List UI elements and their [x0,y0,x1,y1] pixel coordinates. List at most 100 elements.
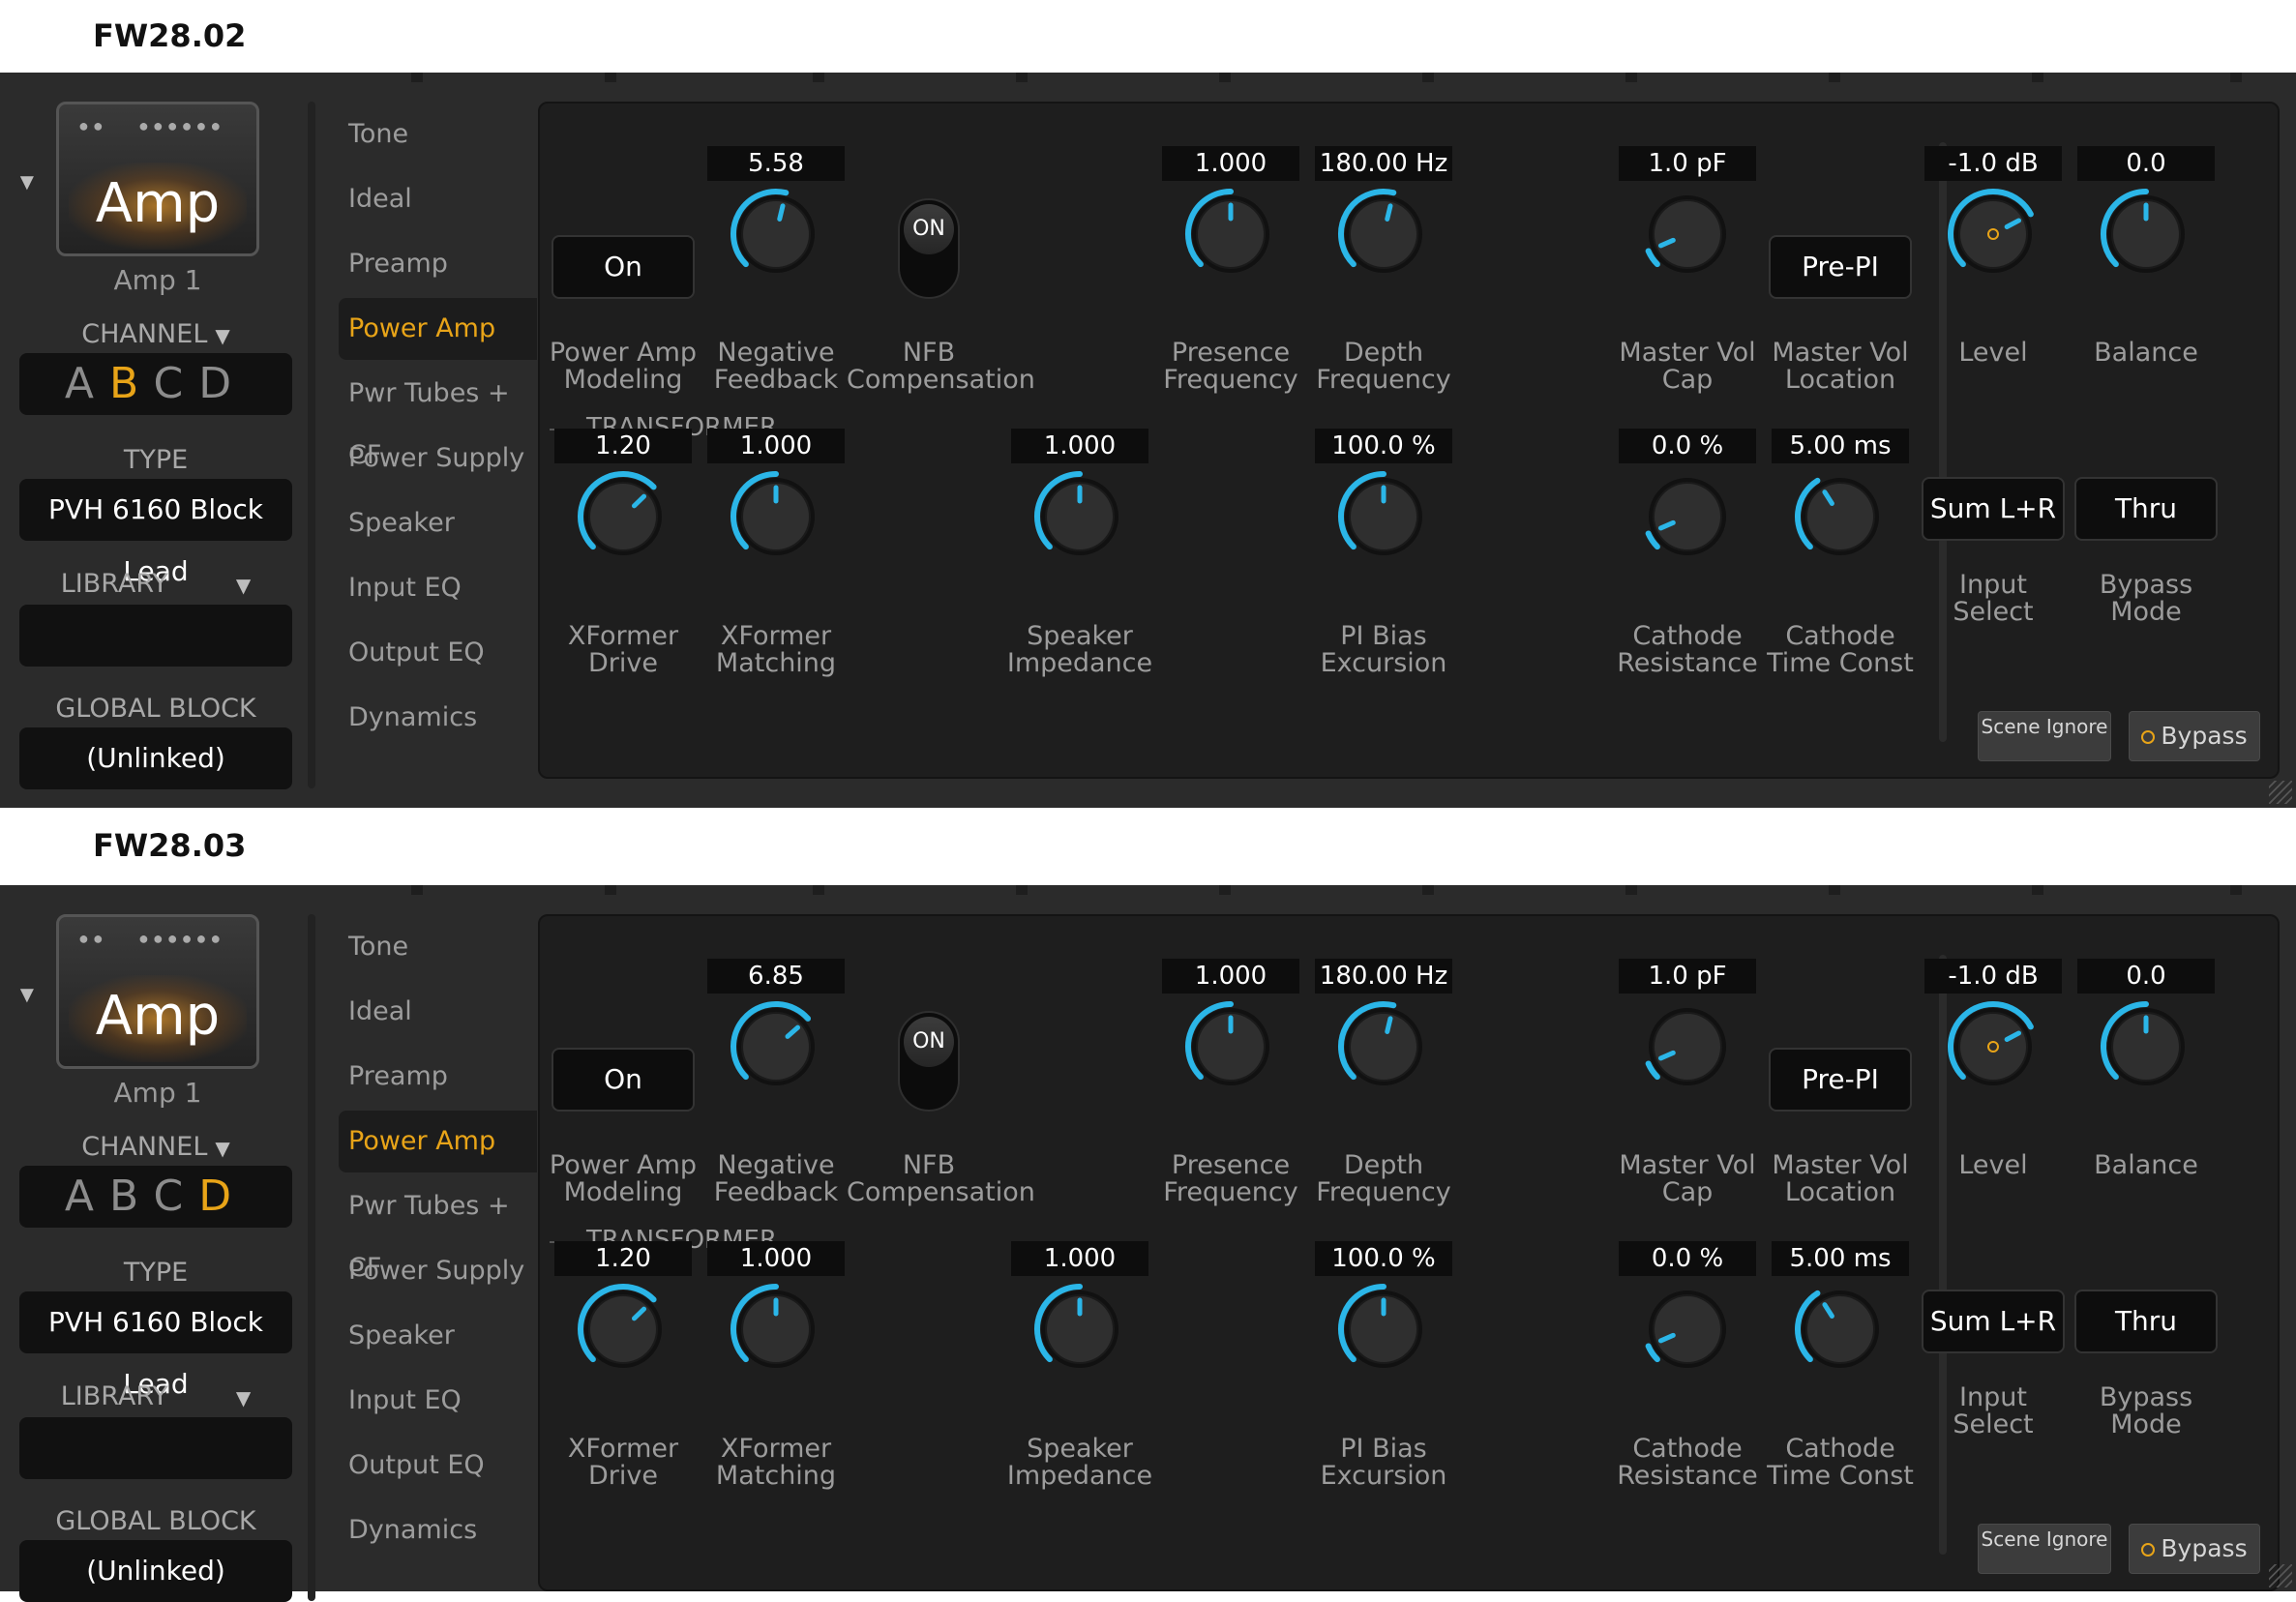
level-knob[interactable] [1940,181,2046,287]
resize-grip-icon[interactable] [2269,1564,2292,1587]
resize-grip-icon[interactable] [2269,781,2292,804]
xformer-drive-value[interactable]: 1.20 [554,429,692,463]
negative-feedback-value[interactable]: 6.85 [707,959,845,994]
xformer-drive-knob[interactable] [570,1276,676,1382]
menu-item-power-supply[interactable]: Power Supply [339,1240,537,1302]
menu-item-ideal[interactable]: Ideal [339,981,537,1043]
level-value[interactable]: -1.0 dB [1924,959,2062,994]
speaker-impedance-value[interactable]: 1.000 [1011,1241,1148,1276]
menu-item-tone[interactable]: Tone [339,916,537,978]
balance-value[interactable]: 0.0 [2077,146,2215,181]
menu-item-output-eq[interactable]: Output EQ [339,622,537,684]
menu-item-power-supply[interactable]: Power Supply [339,428,537,490]
menu-item-output-eq[interactable]: Output EQ [339,1435,537,1497]
input-select-button[interactable]: Sum L+R [1922,477,2065,541]
speaker-impedance-value[interactable]: 1.000 [1011,429,1148,463]
xformer-matching-knob[interactable] [723,463,829,570]
negative-feedback-knob[interactable] [723,994,829,1100]
channel-d-button[interactable]: D [198,1172,247,1221]
menu-item-power-amp[interactable]: Power Amp [339,298,537,360]
collapse-arrow-icon[interactable]: ▼ [15,169,39,196]
amp-block-tile[interactable]: ●● ●●●●●● Amp [56,102,259,256]
level-knob[interactable] [1940,994,2046,1100]
library-selector[interactable] [19,1417,292,1479]
menu-item-speaker[interactable]: Speaker [339,492,537,554]
menu-item-dynamics[interactable]: Dynamics [339,687,537,749]
power-amp-modeling-button[interactable]: On [552,235,695,299]
amp-block-tile[interactable]: ●● ●●●●●● Amp [56,914,259,1069]
amp-type-selector[interactable]: PVH 6160 Block Lead [19,479,292,587]
xformer-matching-value[interactable]: 1.000 [707,429,845,463]
cathode-time-const-knob[interactable] [1787,463,1893,570]
menu-item-preamp[interactable]: Preamp [339,1046,537,1108]
cathode-time-const-knob[interactable] [1787,1276,1893,1382]
cathode-resistance-knob[interactable] [1634,463,1741,570]
channel-heading[interactable]: CHANNEL ▼ [19,319,292,349]
menu-item-tone[interactable]: Tone [339,104,537,165]
depth-frequency-knob[interactable] [1330,994,1437,1100]
global-block-selector[interactable]: (Unlinked) [19,727,292,789]
master-vol-cap-knob[interactable] [1634,181,1741,287]
library-selector[interactable] [19,605,292,667]
channel-d-button[interactable]: D [198,359,247,408]
power-amp-modeling-button[interactable]: On [552,1048,695,1112]
master-vol-location-button[interactable]: Pre-PI [1769,1048,1912,1112]
bypass-mode-button[interactable]: Thru [2074,1290,2218,1353]
pi-bias-excursion-value[interactable]: 100.0 % [1315,1241,1452,1276]
pi-bias-excursion-value[interactable]: 100.0 % [1315,429,1452,463]
level-value[interactable]: -1.0 dB [1924,146,2062,181]
channel-a-button[interactable]: A [65,1172,109,1221]
global-block-selector[interactable]: (Unlinked) [19,1540,292,1602]
channel-c-button[interactable]: C [153,359,198,408]
presence-frequency-value[interactable]: 1.000 [1162,959,1299,994]
master-vol-cap-value[interactable]: 1.0 pF [1619,959,1756,994]
cathode-resistance-knob[interactable] [1634,1276,1741,1382]
pi-bias-excursion-knob[interactable] [1330,463,1437,570]
master-vol-cap-knob[interactable] [1634,994,1741,1100]
balance-value[interactable]: 0.0 [2077,959,2215,994]
presence-frequency-knob[interactable] [1178,181,1284,287]
cathode-resistance-value[interactable]: 0.0 % [1619,429,1756,463]
input-select-button[interactable]: Sum L+R [1922,1290,2065,1353]
cathode-resistance-value[interactable]: 0.0 % [1619,1241,1756,1276]
nfb-compensation-toggle[interactable]: ON [898,198,960,299]
channel-heading[interactable]: CHANNEL ▼ [19,1132,292,1162]
menu-item-input-eq[interactable]: Input EQ [339,1370,537,1432]
menu-item-power-amp[interactable]: Power Amp [339,1111,537,1172]
speaker-impedance-knob[interactable] [1027,463,1133,570]
channel-a-button[interactable]: A [65,359,109,408]
bypass-button[interactable]: Bypass [2129,711,2260,761]
master-vol-cap-value[interactable]: 1.0 pF [1619,146,1756,181]
channel-selector[interactable]: ABCD [19,1166,292,1228]
nfb-compensation-toggle[interactable]: ON [898,1011,960,1112]
menu-item-ideal[interactable]: Ideal [339,168,537,230]
cathode-time-const-value[interactable]: 5.00 ms [1772,1241,1909,1276]
menu-item-dynamics[interactable]: Dynamics [339,1499,537,1561]
collapse-arrow-icon[interactable]: ▼ [15,982,39,1009]
xformer-drive-value[interactable]: 1.20 [554,1241,692,1276]
cathode-time-const-value[interactable]: 5.00 ms [1772,429,1909,463]
menu-item-pwr-tubes-cf[interactable]: Pwr Tubes + CF [339,1175,537,1283]
menu-item-preamp[interactable]: Preamp [339,233,537,295]
bypass-mode-button[interactable]: Thru [2074,477,2218,541]
speaker-impedance-knob[interactable] [1027,1276,1133,1382]
pi-bias-excursion-knob[interactable] [1330,1276,1437,1382]
channel-b-button[interactable]: B [109,1172,153,1221]
channel-c-button[interactable]: C [153,1172,198,1221]
library-heading[interactable]: LIBRARY ▼ [19,569,292,599]
master-vol-location-button[interactable]: Pre-PI [1769,235,1912,299]
balance-knob[interactable] [2093,994,2199,1100]
bypass-button[interactable]: Bypass [2129,1524,2260,1574]
menu-item-pwr-tubes-cf[interactable]: Pwr Tubes + CF [339,363,537,470]
depth-frequency-knob[interactable] [1330,181,1437,287]
menu-item-input-eq[interactable]: Input EQ [339,557,537,619]
menu-item-speaker[interactable]: Speaker [339,1305,537,1367]
depth-frequency-value[interactable]: 180.00 Hz [1315,146,1452,181]
amp-type-selector[interactable]: PVH 6160 Block Lead [19,1291,292,1400]
xformer-matching-value[interactable]: 1.000 [707,1241,845,1276]
negative-feedback-value[interactable]: 5.58 [707,146,845,181]
presence-frequency-value[interactable]: 1.000 [1162,146,1299,181]
xformer-matching-knob[interactable] [723,1276,829,1382]
scene-ignore-button[interactable]: Scene Ignore [1978,1524,2111,1574]
balance-knob[interactable] [2093,181,2199,287]
